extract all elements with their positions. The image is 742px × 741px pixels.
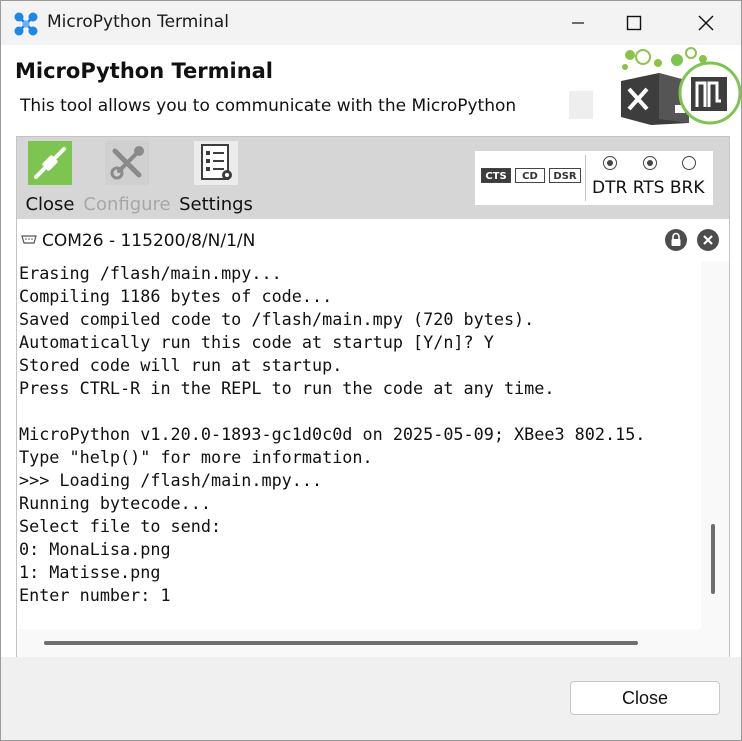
dsr-indicator: DSR <box>549 168 581 183</box>
clear-terminal-button[interactable] <box>697 229 719 251</box>
horizontal-scroll-thumb[interactable] <box>44 641 638 645</box>
close-tool-label: Close <box>25 194 75 215</box>
signal-labels: DTR RTS BRK <box>592 178 705 198</box>
connection-bar: COM26 - 115200/8/N/1/N <box>17 219 729 261</box>
header-description: This tool allows you to communicate with… <box>20 96 517 116</box>
toolbar: Close Configure Settings CTS CD DSR DTR … <box>17 137 729 219</box>
terminal-text: Erasing /flash/main.mpy... Compiling 118… <box>19 263 646 605</box>
maximize-button[interactable] <box>611 1 657 45</box>
terminal-panel: Close Configure Settings CTS CD DSR DTR … <box>16 136 730 658</box>
configure-tool[interactable]: Configure <box>83 141 171 215</box>
maximize-icon <box>626 15 642 31</box>
header-placeholder <box>569 91 593 119</box>
close-connection-tool[interactable]: Close <box>25 141 75 215</box>
settings-tool[interactable]: Settings <box>179 141 253 215</box>
horizontal-scrollbar[interactable] <box>17 629 729 657</box>
minimize-icon <box>572 22 584 24</box>
dtr-radio[interactable] <box>603 156 617 170</box>
close-button[interactable]: Close <box>570 681 720 715</box>
app-network-icon <box>14 12 38 36</box>
serial-port-icon <box>21 235 37 244</box>
dialog-header: MicroPython Terminal This tool allows yo… <box>1 45 741 129</box>
close-icon <box>698 15 714 31</box>
minimize-button[interactable] <box>555 1 601 45</box>
tools-icon <box>105 141 149 185</box>
brk-radio[interactable] <box>682 156 696 170</box>
cts-indicator: CTS <box>481 168 511 183</box>
lock-icon <box>671 232 681 246</box>
clear-x-icon <box>703 235 713 245</box>
micropython-terminal-window: MicroPython Terminal MicroPython Termina… <box>0 0 742 741</box>
header-title: MicroPython Terminal <box>15 59 274 83</box>
rts-radio[interactable] <box>643 156 657 170</box>
window-close-button[interactable] <box>683 1 729 45</box>
title-bar[interactable]: MicroPython Terminal <box>1 1 741 45</box>
cd-indicator: CD <box>515 168 545 183</box>
lock-button[interactable] <box>665 229 687 251</box>
dialog-footer: Close <box>1 657 741 740</box>
window-title: MicroPython Terminal <box>47 12 229 32</box>
plug-icon <box>28 141 72 185</box>
status-separator <box>585 155 586 201</box>
serial-status-box: CTS CD DSR DTR RTS BRK <box>475 151 713 205</box>
vertical-scroll-thumb[interactable] <box>711 524 715 594</box>
vertical-scrollbar[interactable] <box>701 261 729 629</box>
configure-tool-label: Configure <box>83 194 171 215</box>
terminal-output[interactable]: Erasing /flash/main.mpy... Compiling 118… <box>17 261 701 629</box>
settings-checklist-icon <box>194 141 238 185</box>
micropython-logo-icon <box>621 47 741 125</box>
settings-tool-label: Settings <box>179 194 253 215</box>
connection-info: COM26 - 115200/8/N/1/N <box>42 231 256 251</box>
